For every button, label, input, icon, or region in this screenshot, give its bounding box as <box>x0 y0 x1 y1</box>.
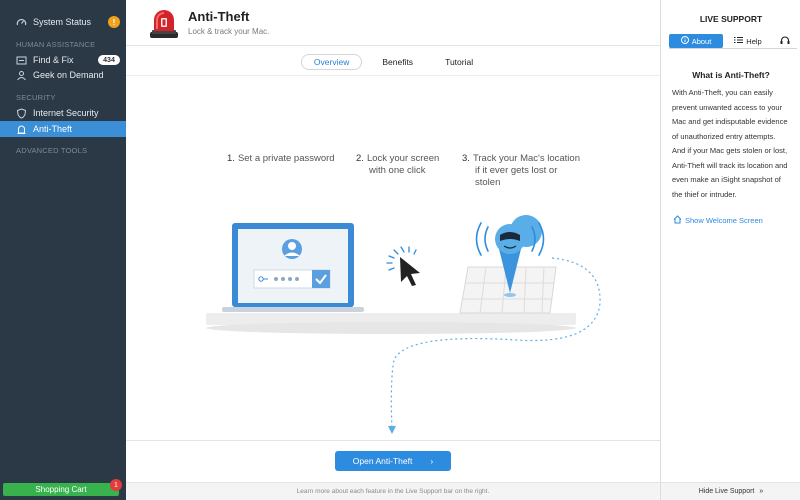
tab-underline <box>669 48 797 49</box>
headset-icon <box>780 35 790 47</box>
anti-theft-alarm-icon <box>146 5 182 41</box>
live-support-tabs: About Help <box>669 34 797 48</box>
step-1: 1. Set a private password <box>227 153 335 165</box>
link-label: Show Welcome Screen <box>685 216 763 225</box>
home-icon <box>673 215 682 226</box>
sidebar-item-label: Find & Fix <box>33 55 74 65</box>
tab-benefits[interactable]: Benefits <box>370 54 425 70</box>
cursor-click-illustration <box>386 246 420 286</box>
double-chevron-right-icon: » <box>759 488 764 495</box>
step-text: Track your Mac's location <box>472 153 580 164</box>
body-line: With Anti-Theft, you can easily <box>672 88 773 97</box>
body-line: And if your Mac gets stolen or lost, <box>672 146 788 155</box>
step-2: 2. Lock your screen with one click <box>356 153 439 177</box>
live-support-panel: LIVE SUPPORT About Help What is Anti-The… <box>660 0 800 500</box>
cart-count-badge: 1 <box>110 479 122 491</box>
find-fix-count-badge: 434 <box>98 55 120 65</box>
tab-about[interactable]: About <box>669 34 723 48</box>
warning-icon: ! <box>108 16 120 28</box>
body-line: of unauthorized entry attempts. <box>672 131 776 141</box>
step-3: 3. Track your Mac's location if it ever g… <box>462 153 580 189</box>
shield-icon <box>16 107 27 119</box>
header: Anti-Theft Lock & track your Mac. <box>126 0 660 46</box>
wrench-icon <box>16 55 27 66</box>
list-icon <box>734 36 744 46</box>
body-line: even make an iSight snapshot of <box>672 175 781 184</box>
step-text: Set a private password <box>237 153 335 164</box>
button-label: Open Anti-Theft <box>352 456 413 466</box>
body-line: the thief or intruder. <box>672 189 737 199</box>
anti-theft-illustration <box>206 215 601 434</box>
open-anti-theft-button[interactable]: Open Anti-Theft › <box>335 451 451 471</box>
body-line: Mac and get indisputable evidence <box>672 117 788 126</box>
map-location-illustration <box>459 215 557 314</box>
tab-label: About <box>691 36 712 46</box>
live-support-title: LIVE SUPPORT <box>699 14 763 24</box>
step-number: 2. <box>356 153 364 164</box>
shopping-cart-button[interactable]: Shopping Cart <box>3 483 119 496</box>
sidebar-item-label: Anti-Theft <box>33 124 73 134</box>
step-text: if it ever gets lost or <box>475 165 558 176</box>
sidebar-section-security: SECURITY <box>16 93 56 102</box>
body-line: prevent unwanted access to your <box>672 102 783 112</box>
sidebar-section-advanced-tools: ADVANCED TOOLS <box>16 146 88 155</box>
sidebar-item-label: System Status <box>33 17 92 27</box>
footer-hint: Learn more about each feature in the Liv… <box>126 482 660 500</box>
tab-tutorial[interactable]: Tutorial <box>433 54 485 70</box>
body-line: Anti-Theft will track its location and <box>672 160 788 170</box>
tab-overview[interactable]: Overview <box>300 54 363 70</box>
hide-label: Hide Live Support <box>698 488 755 495</box>
laptop-illustration <box>222 223 364 312</box>
gauge-icon <box>16 17 27 28</box>
sidebar: System Status ! HUMAN ASSISTANCE Find & … <box>0 0 126 500</box>
page-title: Anti-Theft <box>188 9 250 24</box>
sidebar-item-internet-security[interactable]: Internet Security <box>0 105 126 121</box>
step-number: 1. <box>227 153 235 164</box>
person-icon <box>16 70 27 81</box>
info-icon <box>680 36 689 46</box>
alarm-icon <box>16 124 27 135</box>
about-heading: What is Anti-Theft? <box>692 70 770 80</box>
sidebar-item-label: Internet Security <box>33 108 99 118</box>
step-text: stolen <box>475 177 501 188</box>
about-body: With Anti-Theft, you can easily prevent … <box>672 86 794 202</box>
show-welcome-screen-link[interactable]: Show Welcome Screen <box>673 215 763 226</box>
step-number: 3. <box>462 153 470 164</box>
page-subtitle: Lock & track your Mac. <box>188 27 270 36</box>
tab-headset[interactable] <box>773 34 797 48</box>
step-text: Lock your screen <box>366 153 440 164</box>
tab-label: Help <box>746 36 762 46</box>
tab-bar: Overview Benefits Tutorial <box>126 54 660 72</box>
sidebar-item-anti-theft[interactable]: Anti-Theft <box>0 121 126 137</box>
step-text: with one click <box>369 165 426 176</box>
tab-divider <box>126 75 660 76</box>
sidebar-item-geek-on-demand[interactable]: Geek on Demand <box>0 67 126 83</box>
main-content: Anti-Theft Lock & track your Mac. Overvi… <box>126 0 660 500</box>
tab-help[interactable]: Help <box>723 34 773 48</box>
hide-live-support-button[interactable]: Hide Live Support » <box>661 482 800 500</box>
chevron-right-icon: › <box>430 456 434 466</box>
sidebar-item-label: Geek on Demand <box>33 70 104 80</box>
sidebar-section-human-assistance: HUMAN ASSISTANCE <box>16 40 96 49</box>
bottom-divider <box>126 440 660 441</box>
